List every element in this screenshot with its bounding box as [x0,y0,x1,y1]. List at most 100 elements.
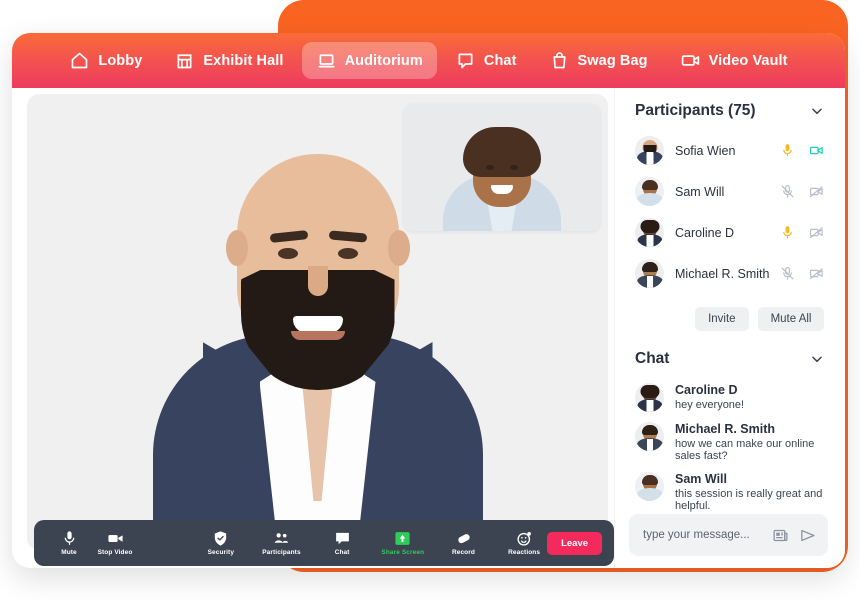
record-icon [455,530,472,547]
chat-text: this session is really great and helpful… [675,488,823,512]
people-icon [273,530,290,547]
nav-label-chat: Chat [483,52,517,69]
control-security[interactable]: Security [198,530,244,556]
chat-bubble-icon [455,50,476,71]
chat-message: Michael R. Smith how we can make our onl… [629,417,828,467]
meeting-window: Lobby Exhibit Hall Auditorium Chat Swag … [12,33,845,568]
participant-row[interactable]: Michael R. Smith [629,253,828,294]
control-label-mute: Mute [61,549,77,556]
app-root: Lobby Exhibit Hall Auditorium Chat Swag … [0,0,860,600]
control-mute[interactable]: Mute [46,530,92,556]
participants-list: Sofia Wien Sam Will Caroline D Michael R… [629,130,828,294]
control-share-screen[interactable]: Share Screen [380,530,426,556]
chat-bubble-icon [334,530,351,547]
home-icon [69,50,90,71]
chat-input-placeholder[interactable]: type your message... [643,529,762,541]
meeting-body: Mute Stop Video Security Participants Ch… [12,88,845,568]
bag-icon [549,50,570,71]
chat-message: Caroline D hey everyone! [629,378,828,417]
control-label-chat: Chat [334,549,350,556]
video-stage [27,94,608,550]
chat-header: Chat [629,350,828,368]
participant-controls [780,225,824,240]
participants-actions: Invite Mute All [629,307,825,331]
camera-off-icon[interactable] [809,225,824,240]
store-icon [174,50,195,71]
control-label-share-screen: Share Screen [381,549,425,556]
chevron-down-icon[interactable] [810,352,824,366]
control-label-reactions: Reactions [508,549,541,556]
shield-check-icon [212,530,229,547]
mic-off-icon[interactable] [780,266,795,281]
participant-name: Caroline D [675,225,735,240]
laptop-icon [316,50,337,71]
control-stop-video[interactable]: Stop Video [92,530,138,556]
leave-button[interactable]: Leave [547,531,603,555]
participant-controls [780,184,824,199]
control-label-stop-video: Stop Video [97,549,133,556]
nav-label-swag-bag: Swag Bag [577,52,648,69]
nav-label-exhibit-hall: Exhibit Hall [203,52,284,69]
nav-item-chat[interactable]: Chat [441,42,531,79]
control-label-participants: Participants [262,549,301,556]
video-camera-icon [680,50,701,71]
news-attachment-icon[interactable] [772,527,789,544]
share-screen-icon [394,530,411,547]
chevron-down-icon[interactable] [810,104,824,118]
send-icon[interactable] [799,527,816,544]
participant-name: Sofia Wien [675,143,736,158]
participant-name: Sam Will [675,184,725,199]
participants-header: Participants (75) [629,102,828,120]
camera-on-icon[interactable] [809,143,824,158]
control-record[interactable]: Record [440,530,486,556]
participant-row[interactable]: Caroline D [629,212,828,253]
nav-item-swag-bag[interactable]: Swag Bag [535,42,662,79]
participant-row[interactable]: Sam Will [629,171,828,212]
picture-in-picture-video[interactable] [404,104,600,231]
nav-label-auditorium: Auditorium [344,52,423,69]
chat-author: Caroline D [675,383,738,397]
avatar [635,383,664,412]
mic-on-icon[interactable] [780,143,795,158]
meeting-control-bar: Mute Stop Video Security Participants Ch… [34,520,614,566]
chat-title: Chat [635,350,670,367]
chat-text: hey everyone! [675,399,745,411]
mute-all-button[interactable]: Mute All [757,307,825,331]
participant-controls [780,266,824,281]
participant-controls [780,143,824,158]
avatar [635,136,664,165]
nav-label-video-vault: Video Vault [708,52,788,69]
chat-author: Michael R. Smith [675,422,776,436]
nav-item-auditorium[interactable]: Auditorium [301,42,437,79]
control-label-record: Record [451,549,475,556]
mic-off-icon[interactable] [780,184,795,199]
nav-item-lobby[interactable]: Lobby [55,42,156,79]
camera-off-icon[interactable] [809,184,824,199]
control-participants[interactable]: Participants [258,530,304,556]
participant-row[interactable]: Sofia Wien [629,130,828,171]
video-column: Mute Stop Video Security Participants Ch… [12,88,614,568]
microphone-icon [61,530,78,547]
participant-name: Michael R. Smith [675,266,770,281]
avatar [635,422,664,451]
chat-message-list: Caroline D hey everyone! Michael R. Smit… [629,378,828,517]
chat-message: Sam Will this session is really great an… [629,467,828,517]
chat-input-bar[interactable]: type your message... [629,514,829,556]
nav-item-video-vault[interactable]: Video Vault [666,42,802,79]
main-navigation: Lobby Exhibit Hall Auditorium Chat Swag … [12,33,845,88]
nav-label-lobby: Lobby [98,52,143,69]
avatar [635,218,664,247]
participants-title: Participants (75) [635,102,756,119]
control-label-security: Security [207,549,235,556]
control-reactions[interactable]: Reactions [501,530,547,556]
side-panel: Participants (75) Sofia Wien Sam Will Ca… [614,88,845,568]
nav-item-exhibit-hall[interactable]: Exhibit Hall [160,42,297,79]
control-chat[interactable]: Chat [319,530,365,556]
camera-off-icon[interactable] [809,266,824,281]
reactions-icon [516,530,533,547]
mic-on-icon[interactable] [780,225,795,240]
invite-button[interactable]: Invite [695,307,749,331]
chat-text: how we can make our online sales fast? [675,438,815,462]
chat-section: Chat Caroline D hey everyone! Michael R.… [629,350,828,517]
avatar [635,259,664,288]
